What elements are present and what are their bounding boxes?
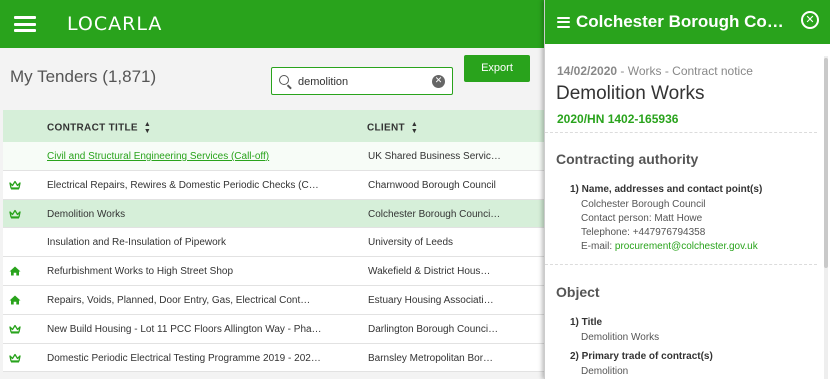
authority-details: Colchester Borough Council Contact perso… — [581, 198, 758, 254]
table-row[interactable]: Refurbishment Works to High Street Shop W… — [3, 257, 544, 286]
authority-item-label: 1) Name, addresses and contact point(s) — [570, 184, 763, 195]
search-icon — [279, 75, 289, 85]
crown-icon — [9, 180, 21, 190]
authority-name: Colchester Borough Council — [581, 199, 706, 210]
row-contract-title: New Build Housing - Lot 11 PCC Floors Al… — [47, 323, 322, 335]
row-client: Estuary Housing Associati… — [368, 294, 494, 306]
section-heading-object: Object — [556, 284, 600, 300]
panel-title: Colchester Borough Co… — [576, 12, 784, 31]
row-contract-title: Demolition Works — [47, 208, 126, 220]
notice-meta: 14/02/2020 - Works - Contract notice — [557, 64, 753, 78]
crown-icon — [9, 353, 21, 363]
table-body: Civil and Structural Engineering Service… — [3, 142, 544, 373]
table-row[interactable]: Electrical Repairs, Rewires & Domestic P… — [3, 170, 544, 200]
section-heading-authority: Contracting authority — [556, 151, 699, 167]
table-row[interactable]: Domestic Periodic Electrical Testing Pro… — [3, 343, 544, 373]
table-header: CONTRACT TITLE ▲ ▼ CLIENT ▲ ▼ — [3, 110, 544, 142]
tenders-app: LOCARLA My Tenders (1,871) ✕ Export CONT… — [0, 0, 544, 379]
table-row[interactable]: Civil and Structural Engineering Service… — [3, 142, 544, 171]
object-title-label: 1) Title — [570, 317, 603, 328]
crown-icon — [9, 324, 21, 334]
export-button[interactable]: Export — [464, 55, 530, 82]
row-contract-title: Domestic Periodic Electrical Testing Pro… — [47, 352, 321, 364]
clear-search-icon[interactable]: ✕ — [432, 75, 445, 88]
tender-detail-panel: Colchester Borough Co… ✕ 14/02/2020 - Wo… — [544, 0, 830, 379]
row-client: Colchester Borough Counci… — [368, 208, 501, 220]
email-link[interactable]: procurement@colchester.gov.uk — [615, 241, 758, 252]
row-client: University of Leeds — [368, 237, 454, 249]
row-client: Barnsley Metropolitan Bor… — [368, 352, 494, 364]
notice-reference[interactable]: 2020/HN 1402-165936 — [557, 112, 678, 126]
column-header-client[interactable]: CLIENT ▲ ▼ — [367, 121, 418, 135]
tenders-table: CONTRACT TITLE ▲ ▼ CLIENT ▲ ▼ Civil and Stru… — [3, 110, 544, 373]
row-contract-title: Electrical Repairs, Rewires & Domestic P… — [47, 179, 319, 191]
object-trade-label: 2) Primary trade of contract(s) — [570, 351, 713, 362]
row-contract-title[interactable]: Civil and Structural Engineering Service… — [47, 151, 337, 162]
column-header-title-label: CONTRACT TITLE — [47, 122, 138, 134]
panel-header: Colchester Borough Co… ✕ — [545, 0, 830, 44]
table-row[interactable]: New Build Housing - Lot 11 PCC Floors Al… — [3, 314, 544, 344]
row-contract-title: Insulation and Re-Insulation of Pipework — [47, 237, 226, 249]
toolbar: My Tenders (1,871) ✕ Export — [0, 48, 544, 110]
page-title: My Tenders (1,871) — [10, 67, 157, 86]
house-icon — [9, 295, 21, 305]
authority-email-line: E-mail: procurement@colchester.gov.uk — [581, 240, 758, 254]
notice-date: 14/02/2020 — [557, 64, 618, 78]
table-row[interactable]: Insulation and Re-Insulation of Pipework… — [3, 228, 544, 258]
table-row[interactable]: Repairs, Voids, Planned, Door Entry, Gas… — [3, 285, 544, 315]
close-panel-icon[interactable]: ✕ — [801, 11, 819, 29]
column-header-client-label: CLIENT — [367, 122, 405, 134]
table-row[interactable]: Demolition Works Colchester Borough Counc… — [3, 199, 544, 229]
house-icon — [9, 266, 21, 276]
panel-body: 14/02/2020 - Works - Contract notice Dem… — [545, 44, 830, 379]
object-title-value: Demolition Works — [581, 332, 660, 343]
crown-icon — [9, 209, 21, 219]
object-trade-value: Demolition — [581, 366, 629, 377]
sort-icon[interactable]: ▲ ▼ — [411, 121, 418, 135]
sort-icon[interactable]: ▲ ▼ — [144, 121, 151, 135]
search-box[interactable]: ✕ — [271, 67, 453, 95]
divider — [545, 264, 817, 265]
menu-icon[interactable] — [14, 16, 36, 32]
row-client: Darlington Borough Counci… — [368, 323, 499, 335]
email-label: E-mail: — [581, 241, 615, 252]
row-contract-title: Refurbishment Works to High Street Shop — [47, 266, 234, 278]
top-bar: LOCARLA — [0, 0, 544, 48]
authority-telephone: Telephone: +447976794358 — [581, 227, 706, 238]
divider — [545, 132, 817, 133]
authority-contact-person: Contact person: Matt Howe — [581, 213, 703, 224]
search-input[interactable] — [298, 73, 428, 90]
row-client: UK Shared Business Servic… — [368, 151, 501, 162]
panel-menu-icon[interactable] — [557, 16, 570, 28]
notice-category: - Works - Contract notice — [617, 64, 753, 78]
row-client: Charnwood Borough Council — [368, 179, 496, 191]
app-logo[interactable]: LOCARLA — [67, 13, 162, 35]
row-client: Wakefield & District Hous… — [368, 266, 491, 278]
notice-title: Demolition Works — [556, 83, 705, 104]
row-contract-title: Repairs, Voids, Planned, Door Entry, Gas… — [47, 294, 311, 306]
column-header-title[interactable]: CONTRACT TITLE ▲ ▼ — [47, 121, 151, 135]
